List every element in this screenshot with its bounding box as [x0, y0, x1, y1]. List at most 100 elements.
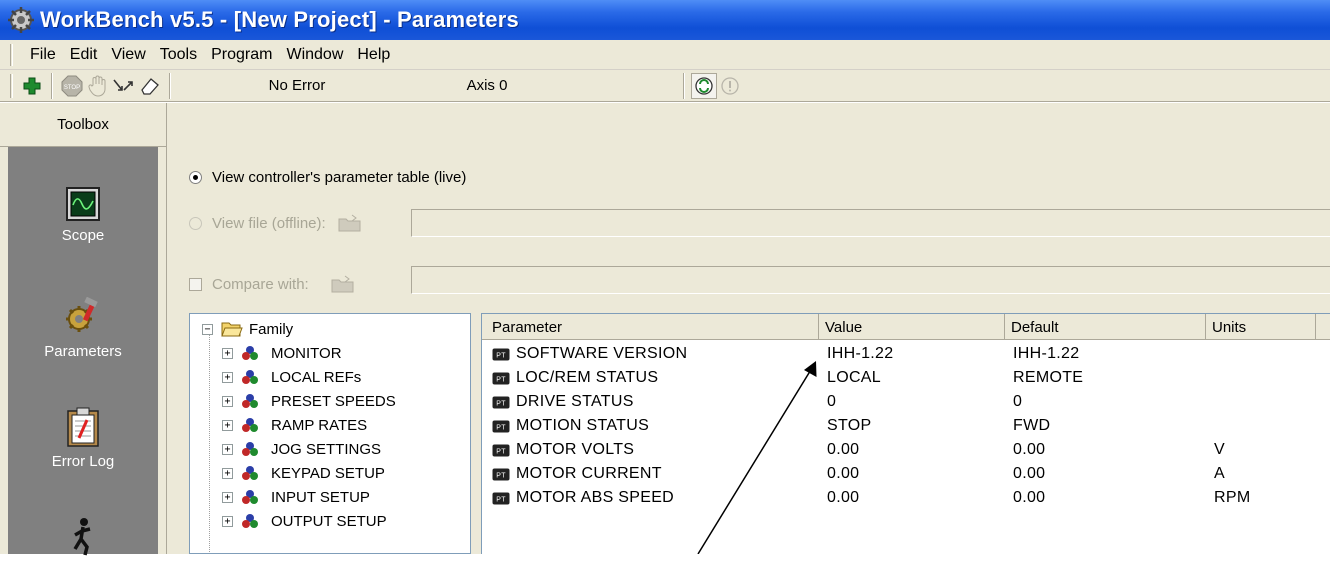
table-row[interactable]: PT MOTOR VOLTS 0.00 0.00 V	[482, 438, 1330, 462]
menu-program[interactable]: Program	[204, 46, 279, 64]
menu-window[interactable]: Window	[279, 46, 350, 64]
tree-item-preset-speeds[interactable]: + PRESET SPEEDS	[222, 389, 396, 413]
parameter-units: A	[1214, 465, 1225, 482]
table-header: Parameter Value Default Units	[482, 314, 1330, 340]
menu-grip	[10, 43, 13, 66]
tree-item-input-setup[interactable]: + INPUT SETUP	[222, 485, 370, 509]
parameter-default: 0.00	[1013, 465, 1046, 482]
compare-checkbox[interactable]	[189, 277, 202, 291]
table-row[interactable]: PT MOTION STATUS STOP FWD	[482, 414, 1330, 438]
tool-error-log[interactable]: Error Log	[8, 407, 158, 470]
parameter-value[interactable]: IHH-1.22	[819, 342, 1005, 366]
compare-option[interactable]: Compare with:	[189, 275, 363, 293]
tree-root[interactable]: − Family	[202, 317, 293, 341]
tree-item-label: PRESET SPEEDS	[271, 392, 396, 410]
arrows-icon[interactable]	[111, 73, 137, 99]
parameter-value[interactable]: LOCAL	[819, 366, 1005, 390]
menu-tools[interactable]: Tools	[153, 46, 204, 64]
collapse-icon[interactable]: −	[202, 323, 213, 335]
parameter-icon: PT	[492, 468, 510, 480]
parameter-icon: PT	[492, 348, 510, 360]
tree-item-label: LOCAL REFs	[271, 368, 362, 386]
open-folder-icon[interactable]	[338, 214, 362, 232]
tree-root-label: Family	[249, 320, 294, 338]
parameter-table[interactable]: Parameter Value Default Units PT SOFTWARE…	[481, 313, 1330, 554]
parameter-value[interactable]: 0.00	[819, 462, 1005, 486]
tool-run[interactable]	[8, 517, 158, 563]
compare-folder-icon[interactable]	[331, 275, 355, 293]
table-row[interactable]: PT DRIVE STATUS 0 0	[482, 390, 1330, 414]
expand-icon[interactable]: +	[222, 395, 233, 407]
add-icon[interactable]	[19, 73, 45, 99]
warning-icon[interactable]	[717, 73, 743, 99]
expand-icon[interactable]: +	[222, 515, 233, 527]
tree-item-local-refs[interactable]: + LOCAL REFs	[222, 365, 361, 389]
column-header-default[interactable]: Default	[1005, 314, 1206, 340]
parameter-name: LOC/REM STATUS	[516, 369, 659, 386]
column-header-value[interactable]: Value	[819, 314, 1005, 340]
offline-file-input[interactable]	[411, 209, 1330, 237]
offline-option[interactable]: View file (offline):	[189, 214, 370, 232]
toolbar-separator	[51, 72, 53, 99]
menu-help[interactable]: Help	[350, 46, 397, 64]
group-icon	[242, 346, 258, 360]
column-header-parameter[interactable]: Parameter	[482, 314, 819, 340]
live-radio[interactable]	[189, 171, 202, 184]
tree-item-monitor[interactable]: + MONITOR	[222, 341, 342, 365]
table-row[interactable]: PT MOTOR ABS SPEED 0.00 0.00 RPM	[482, 486, 1330, 510]
parameter-name: SOFTWARE VERSION	[516, 345, 688, 362]
tree-item-label: KEYPAD SETUP	[271, 464, 385, 482]
parameter-value[interactable]: 0	[819, 390, 1005, 414]
expand-icon[interactable]: +	[222, 371, 233, 383]
expand-icon[interactable]: +	[222, 419, 233, 431]
menu-view[interactable]: View	[104, 46, 152, 64]
parameter-icon: PT	[492, 492, 510, 504]
tree-item-ramp-rates[interactable]: + RAMP RATES	[222, 413, 367, 437]
expand-icon[interactable]: +	[222, 467, 233, 479]
title-bar: WorkBench v5.5 - [New Project] - Paramet…	[0, 0, 1330, 40]
compare-file-input[interactable]	[411, 266, 1330, 294]
tool-label-error-log: Error Log	[51, 453, 115, 470]
svg-text:PT: PT	[496, 448, 506, 455]
toolbar: STOP No Error Axis 0	[0, 70, 1330, 102]
table-row[interactable]: PT MOTOR CURRENT 0.00 0.00 A	[482, 462, 1330, 486]
table-row[interactable]: PT SOFTWARE VERSION IHH-1.22 IHH-1.22	[482, 342, 1330, 366]
parameter-default: FWD	[1013, 417, 1051, 434]
expand-icon[interactable]: +	[222, 443, 233, 455]
svg-text:PT: PT	[496, 424, 506, 431]
hand-icon[interactable]	[85, 73, 111, 99]
stop-icon[interactable]: STOP	[59, 73, 85, 99]
parameter-name: DRIVE STATUS	[516, 393, 634, 410]
column-header-units[interactable]: Units	[1206, 314, 1316, 340]
menu-file[interactable]: File	[23, 46, 63, 64]
parameter-value[interactable]: STOP	[819, 414, 1005, 438]
run-icon	[73, 518, 91, 556]
parameter-name: MOTION STATUS	[516, 417, 650, 434]
table-row[interactable]: PT LOC/REM STATUS LOCAL REMOTE	[482, 366, 1330, 390]
tree-item-keypad-setup[interactable]: + KEYPAD SETUP	[222, 461, 385, 485]
live-label: View controller's parameter table (live)	[212, 169, 467, 186]
expand-icon[interactable]: +	[222, 491, 233, 503]
tree-item-output-setup[interactable]: + OUTPUT SETUP	[222, 509, 387, 533]
tool-parameters[interactable]: Parameters	[8, 297, 158, 360]
eraser-icon[interactable]	[137, 73, 163, 99]
svg-text:PT: PT	[496, 400, 506, 407]
group-icon	[242, 394, 258, 408]
error-log-icon	[67, 407, 99, 447]
sync-icon[interactable]	[691, 72, 717, 99]
svg-text:PT: PT	[496, 496, 506, 503]
family-tree[interactable]: − Family + MONITOR + LOCAL REFs + PRESET…	[189, 313, 471, 554]
parameter-value[interactable]: 0.00	[819, 438, 1005, 462]
tree-item-jog-settings[interactable]: + JOG SETTINGS	[222, 437, 381, 461]
error-status: No Error	[268, 77, 326, 94]
tool-scope[interactable]: Scope	[8, 187, 158, 244]
group-icon	[242, 418, 258, 432]
axis-selector[interactable]: Axis 0	[417, 77, 557, 94]
menu-edit[interactable]: Edit	[63, 46, 105, 64]
svg-text:PT: PT	[496, 472, 506, 479]
parameter-value[interactable]: 0.00	[819, 486, 1005, 510]
offline-radio[interactable]	[189, 216, 202, 230]
expand-icon[interactable]: +	[222, 347, 233, 359]
live-option[interactable]: View controller's parameter table (live)	[189, 169, 466, 186]
parameter-units	[1206, 342, 1316, 366]
